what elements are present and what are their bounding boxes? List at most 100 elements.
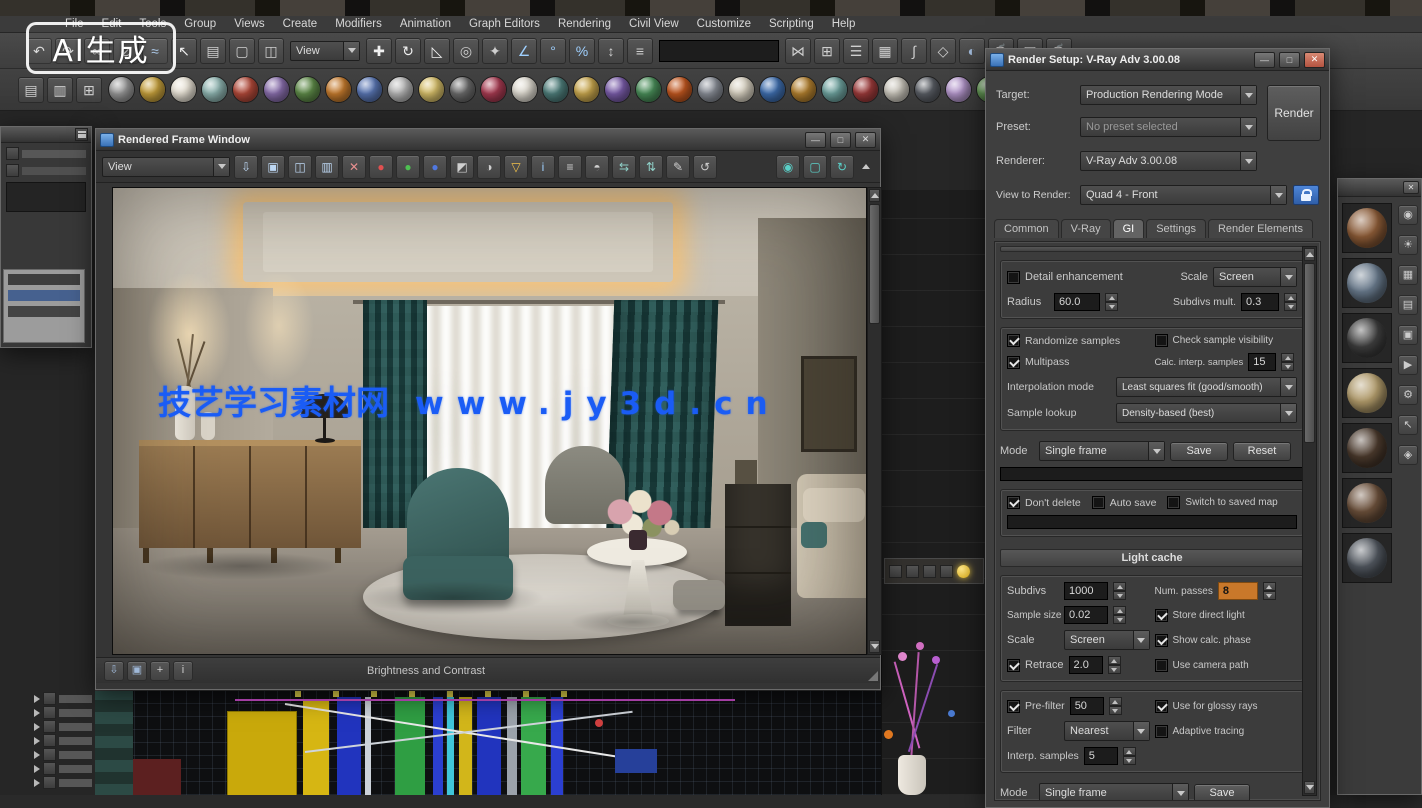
rfw-vertical-scrollbar[interactable] (867, 187, 882, 655)
passes-spinner[interactable] (1263, 582, 1276, 600)
channel-red-icon[interactable]: ● (369, 155, 393, 179)
use-pivot-center-icon[interactable]: ◎ (453, 38, 479, 64)
render-last-icon[interactable]: ↻ (830, 155, 854, 179)
schematic-view-icon[interactable]: ◇ (930, 38, 956, 64)
sample-type-icon[interactable]: ◉ (1398, 205, 1418, 225)
tab-render-elements[interactable]: Render Elements (1208, 219, 1313, 238)
material-slot[interactable] (1342, 203, 1392, 253)
menu-item[interactable]: Animation (391, 16, 460, 32)
layer-manager-icon[interactable]: ☰ (843, 38, 869, 64)
switch-to-saved-map-checkbox[interactable] (1167, 496, 1180, 509)
expand-icon[interactable] (34, 695, 40, 703)
panel-list-item[interactable] (8, 274, 80, 285)
graphite-ribbon-icon[interactable]: ▦ (872, 38, 898, 64)
clone-window-icon[interactable]: ◫ (288, 155, 312, 179)
expand-icon[interactable] (34, 751, 40, 759)
dialog-titlebar[interactable]: Render Setup: V-Ray Adv 3.00.08 — □ ✕ (986, 49, 1329, 71)
material-sphere-icon[interactable] (573, 76, 600, 103)
color-clamp-icon[interactable]: ▽ (504, 155, 528, 179)
options-icon[interactable]: ⚙ (1398, 385, 1418, 405)
subdivs-field[interactable]: 1000 (1064, 582, 1108, 600)
material-sphere-icon[interactable] (356, 76, 383, 103)
channel-alpha-icon[interactable]: ◩ (450, 155, 474, 179)
rfw-maximize-button[interactable]: □ (830, 132, 851, 148)
menu-item[interactable]: Modifiers (326, 16, 391, 32)
channel-green-icon[interactable]: ● (396, 155, 420, 179)
show-calc-phase-checkbox[interactable] (1155, 634, 1168, 647)
rfw-close-button[interactable]: ✕ (855, 132, 876, 148)
sample-size-spinner[interactable] (1113, 606, 1126, 624)
mini-tool-icon[interactable] (906, 565, 919, 578)
material-editor-titlebar[interactable]: ✕ (1338, 179, 1421, 197)
material-sphere-icon[interactable] (325, 76, 352, 103)
material-editor-icon[interactable]: ◐ (959, 38, 985, 64)
material-sphere-icon[interactable] (449, 76, 476, 103)
align-icon[interactable]: ⊞ (814, 38, 840, 64)
scroll-down-arrow[interactable] (1304, 781, 1315, 794)
track-mouse-icon[interactable]: ◉ (776, 155, 800, 179)
multipass-checkbox[interactable] (1007, 356, 1020, 369)
dont-delete-checkbox[interactable] (1007, 496, 1020, 509)
view-lock-button[interactable] (1293, 185, 1319, 205)
sample-uv-tiling-icon[interactable]: ▤ (1398, 295, 1418, 315)
menu-item[interactable]: Rendering (549, 16, 620, 32)
tab-vray[interactable]: V-Ray (1061, 219, 1111, 238)
select-and-move-icon[interactable]: ✚ (366, 38, 392, 64)
material-sphere-icon[interactable] (108, 76, 135, 103)
irmap-mode-dropdown[interactable]: Single frame (1039, 441, 1165, 461)
panel-item-row[interactable] (1, 160, 91, 177)
expand-icon[interactable] (34, 709, 40, 717)
sample-size-field[interactable]: 0.02 (1064, 606, 1108, 624)
material-sphere-icon[interactable] (883, 76, 910, 103)
menu-item[interactable]: Help (823, 16, 865, 32)
expand-icon[interactable] (34, 779, 40, 787)
irmap-file-field[interactable] (1000, 467, 1304, 481)
renderer-dropdown[interactable]: V-Ray Adv 3.00.08 (1080, 151, 1257, 171)
material-slot[interactable] (1342, 368, 1392, 418)
outliner-row[interactable] (34, 720, 92, 733)
scroll-up-arrow[interactable] (869, 189, 880, 202)
outliner-row[interactable] (34, 762, 92, 775)
video-color-check-icon[interactable]: ▣ (1398, 325, 1418, 345)
material-slot[interactable] (1342, 423, 1392, 473)
select-and-rotate-icon[interactable]: ↻ (395, 38, 421, 64)
store-image-icon[interactable]: ◓ (585, 155, 609, 179)
check-sample-visibility-checkbox[interactable] (1155, 334, 1168, 347)
curve-editor-icon[interactable]: ∫ (901, 38, 927, 64)
material-sphere-icon[interactable] (232, 76, 259, 103)
auto-save-file-field[interactable] (1007, 515, 1297, 529)
percent-snap-icon[interactable]: % (569, 38, 595, 64)
prefilter-spinner[interactable] (1109, 697, 1122, 715)
clear-image-icon[interactable]: ✕ (342, 155, 366, 179)
named-selection-input[interactable] (659, 40, 779, 62)
tab-settings[interactable]: Settings (1146, 219, 1206, 238)
panel-field[interactable] (6, 182, 86, 212)
outliner-row[interactable] (34, 748, 92, 761)
outliner-row[interactable] (34, 706, 92, 719)
edit-named-selections-icon[interactable]: ≡ (627, 38, 653, 64)
mini-tool-icon[interactable] (940, 565, 953, 578)
rfw-minimize-button[interactable]: — (805, 132, 826, 148)
radius-spinner[interactable] (1105, 293, 1118, 311)
menu-item[interactable]: Scripting (760, 16, 823, 32)
channel-blue-icon[interactable]: ● (423, 155, 447, 179)
menu-item[interactable]: Civil View (620, 16, 688, 32)
material-map-navigator-icon[interactable]: ◈ (1398, 445, 1418, 465)
mirror-icon[interactable]: ⋈ (785, 38, 811, 64)
panel-menu-icon[interactable] (75, 128, 88, 141)
material-sphere-icon[interactable] (201, 76, 228, 103)
preset-dropdown[interactable]: No preset selected (1080, 117, 1257, 137)
status-save-icon[interactable]: ⇩ (104, 661, 124, 681)
outliner-row[interactable] (34, 692, 92, 705)
angle-snap-icon[interactable]: ° (540, 38, 566, 64)
lc-scale-dropdown[interactable]: Screen (1064, 630, 1150, 650)
reference-coordinate-dropdown[interactable]: View (290, 41, 360, 61)
target-dropdown[interactable]: Production Rendering Mode (1080, 85, 1257, 105)
mini-tool-icon[interactable] (923, 565, 936, 578)
region-render-icon[interactable]: ▢ (803, 155, 827, 179)
print-image-icon[interactable]: ▥ (315, 155, 339, 179)
scroll-thumb[interactable] (1304, 263, 1315, 443)
material-sphere-icon[interactable] (170, 76, 197, 103)
compare-vertical-icon[interactable]: ⇅ (639, 155, 663, 179)
prefilter-field[interactable]: 50 (1070, 697, 1104, 715)
